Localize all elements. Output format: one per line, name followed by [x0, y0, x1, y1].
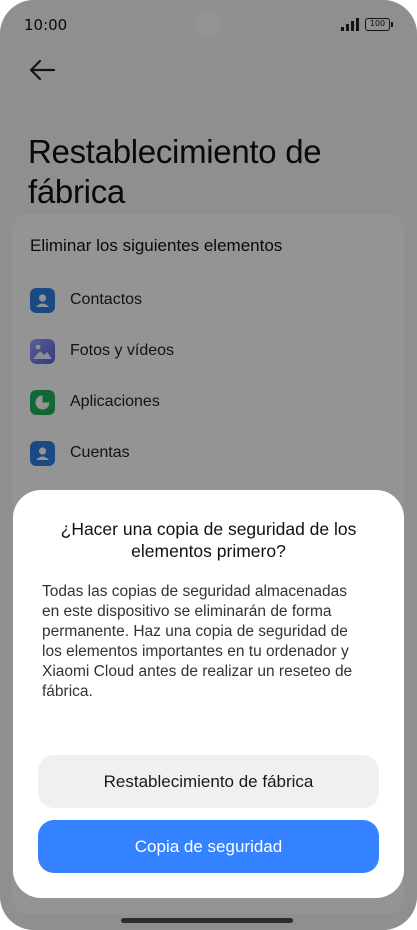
dialog-title: ¿Hacer una copia de seguridad de los ele…: [60, 519, 357, 561]
home-indicator[interactable]: [121, 918, 293, 923]
backup-button[interactable]: Copia de seguridad: [38, 820, 379, 873]
factory-reset-button[interactable]: Restablecimiento de fábrica: [38, 755, 379, 808]
phone-frame: 10:00 100 Restablecimiento de fábrica El…: [0, 0, 417, 930]
dialog-message: Todas las copias de seguridad almacenada…: [42, 583, 353, 700]
screen: 10:00 100 Restablecimiento de fábrica El…: [0, 0, 417, 930]
backup-dialog: ¿Hacer una copia de seguridad de los ele…: [13, 490, 404, 898]
